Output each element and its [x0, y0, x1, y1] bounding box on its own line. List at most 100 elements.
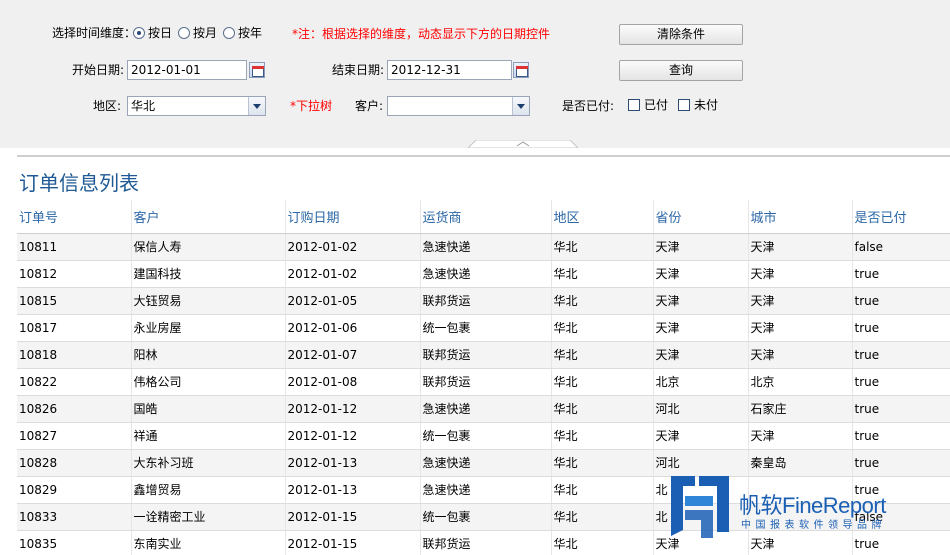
- table-cell: 急速快递: [420, 260, 552, 288]
- table-cell: 大钰贸易: [131, 287, 286, 315]
- table-cell: 伟格公司: [131, 368, 286, 396]
- table-cell: 河北: [653, 395, 749, 423]
- table-cell: 2012-01-15: [285, 530, 421, 555]
- table-cell: 华北: [551, 314, 654, 342]
- table-cell: 北京: [748, 368, 853, 396]
- table-cell: 2012-01-06: [285, 314, 421, 342]
- time-dimension-label: 选择时间维度：: [52, 26, 137, 40]
- table-cell: false: [852, 233, 950, 261]
- table-cell: 国皓: [131, 395, 286, 423]
- calendar-icon[interactable]: [513, 62, 529, 78]
- table-cell: 联邦货运: [420, 530, 552, 555]
- table-row: 10812 建国科技 2012-01-02 急速快递 华北 天津 天津 true: [17, 260, 950, 288]
- customer-combo[interactable]: [387, 96, 530, 116]
- radio-by-year[interactable]: 按年: [223, 25, 262, 41]
- clear-conditions-button[interactable]: 清除条件: [619, 24, 743, 45]
- table-cell: 天津: [748, 287, 853, 315]
- report-divider: [17, 155, 950, 157]
- table-row: 10815 大钰贸易 2012-01-05 联邦货运 华北 天津 天津 true: [17, 287, 950, 315]
- table-cell: 2012-01-05: [285, 287, 421, 315]
- radio-circle-icon: [223, 27, 235, 39]
- chevron-down-icon[interactable]: [248, 97, 265, 115]
- table-cell: 华北: [551, 503, 654, 531]
- table-cell: 天津: [653, 422, 749, 450]
- table-cell: 华北: [551, 395, 654, 423]
- radio-label: 按月: [193, 26, 218, 40]
- table-cell: 天津: [748, 260, 853, 288]
- end-date-input[interactable]: 2012-12-31: [387, 60, 512, 80]
- table-row: 10811 保信人寿 2012-01-02 急速快递 华北 天津 天津 false: [17, 233, 950, 261]
- table-cell: 急速快递: [420, 449, 552, 477]
- table-cell: true: [852, 287, 950, 315]
- end-date-label: 结束日期:: [332, 63, 385, 77]
- checkbox-unpaid[interactable]: 未付: [678, 97, 718, 113]
- collapse-panel-handle[interactable]: [468, 140, 578, 148]
- finereport-logo: 帆软FineReport 中国报表软件领导品牌: [665, 472, 950, 555]
- table-cell: 2012-01-15: [285, 503, 421, 531]
- table-cell: 华北: [551, 422, 654, 450]
- table-cell: 东南实业: [131, 530, 286, 555]
- column-header: 订单号: [17, 200, 132, 234]
- calendar-icon[interactable]: [249, 62, 265, 78]
- query-button[interactable]: 查询: [619, 60, 743, 81]
- table-cell: 天津: [748, 233, 853, 261]
- region-combo[interactable]: 华北: [127, 96, 266, 116]
- logo-tagline: 中国报表软件领导品牌: [741, 520, 886, 531]
- table-row: 10827 祥通 2012-01-12 统一包裹 华北 天津 天津 true: [17, 422, 950, 450]
- table-cell: 大东补习班: [131, 449, 286, 477]
- radio-by-month[interactable]: 按月: [178, 25, 217, 41]
- table-cell: true: [852, 395, 950, 423]
- table-cell: 2012-01-12: [285, 422, 421, 450]
- table-row: 10817 永业房屋 2012-01-06 统一包裹 华北 天津 天津 true: [17, 314, 950, 342]
- chevron-down-icon[interactable]: [512, 97, 529, 115]
- region-value: 华北: [131, 99, 156, 113]
- table-cell: 统一包裹: [420, 314, 552, 342]
- checkbox-label: 未付: [694, 98, 719, 112]
- table-cell: 联邦货运: [420, 368, 552, 396]
- column-header: 运货商: [420, 200, 552, 234]
- start-date-input[interactable]: 2012-01-01: [127, 60, 247, 80]
- table-cell: true: [852, 422, 950, 450]
- checkbox-paid[interactable]: 已付: [628, 97, 668, 113]
- table-cell: 10829: [17, 476, 132, 504]
- table-cell: 祥通: [131, 422, 286, 450]
- radio-label: 按年: [238, 26, 263, 40]
- table-cell: 华北: [551, 341, 654, 369]
- table-cell: 天津: [748, 422, 853, 450]
- table-cell: 石家庄: [748, 395, 853, 423]
- table-cell: 2012-01-12: [285, 395, 421, 423]
- table-cell: true: [852, 368, 950, 396]
- column-header: 是否已付: [852, 200, 950, 234]
- customer-label: 客户:: [355, 99, 384, 113]
- table-cell: 天津: [653, 260, 749, 288]
- table-cell: 保信人寿: [131, 233, 286, 261]
- table-cell: 2012-01-13: [285, 449, 421, 477]
- column-header: 订购日期: [285, 200, 421, 234]
- checkbox-label: 已付: [644, 98, 669, 112]
- table-cell: 永业房屋: [131, 314, 286, 342]
- table-cell: 华北: [551, 476, 654, 504]
- table-cell: 天津: [653, 233, 749, 261]
- table-cell: 北京: [653, 368, 749, 396]
- start-date-label: 开始日期:: [72, 63, 125, 77]
- paid-label: 是否已付:: [562, 99, 615, 113]
- table-cell: true: [852, 314, 950, 342]
- table-cell: 2012-01-08: [285, 368, 421, 396]
- radio-circle-icon: [133, 27, 145, 39]
- table-cell: 华北: [551, 368, 654, 396]
- table-cell: 2012-01-02: [285, 260, 421, 288]
- table-cell: 联邦货运: [420, 287, 552, 315]
- column-header: 省份: [653, 200, 749, 234]
- table-cell: 10817: [17, 314, 132, 342]
- table-cell: 10815: [17, 287, 132, 315]
- checkbox-icon: [678, 99, 690, 111]
- table-cell: 急速快递: [420, 395, 552, 423]
- table-cell: 2012-01-07: [285, 341, 421, 369]
- table-cell: 10812: [17, 260, 132, 288]
- radio-by-day[interactable]: 按日: [133, 25, 172, 41]
- table-header-row: 订单号 客户 订购日期 运货商 地区 省份 城市 是否已付: [17, 200, 950, 234]
- table-cell: 华北: [551, 287, 654, 315]
- table-cell: true: [852, 260, 950, 288]
- table-cell: 急速快递: [420, 476, 552, 504]
- table-cell: 10822: [17, 368, 132, 396]
